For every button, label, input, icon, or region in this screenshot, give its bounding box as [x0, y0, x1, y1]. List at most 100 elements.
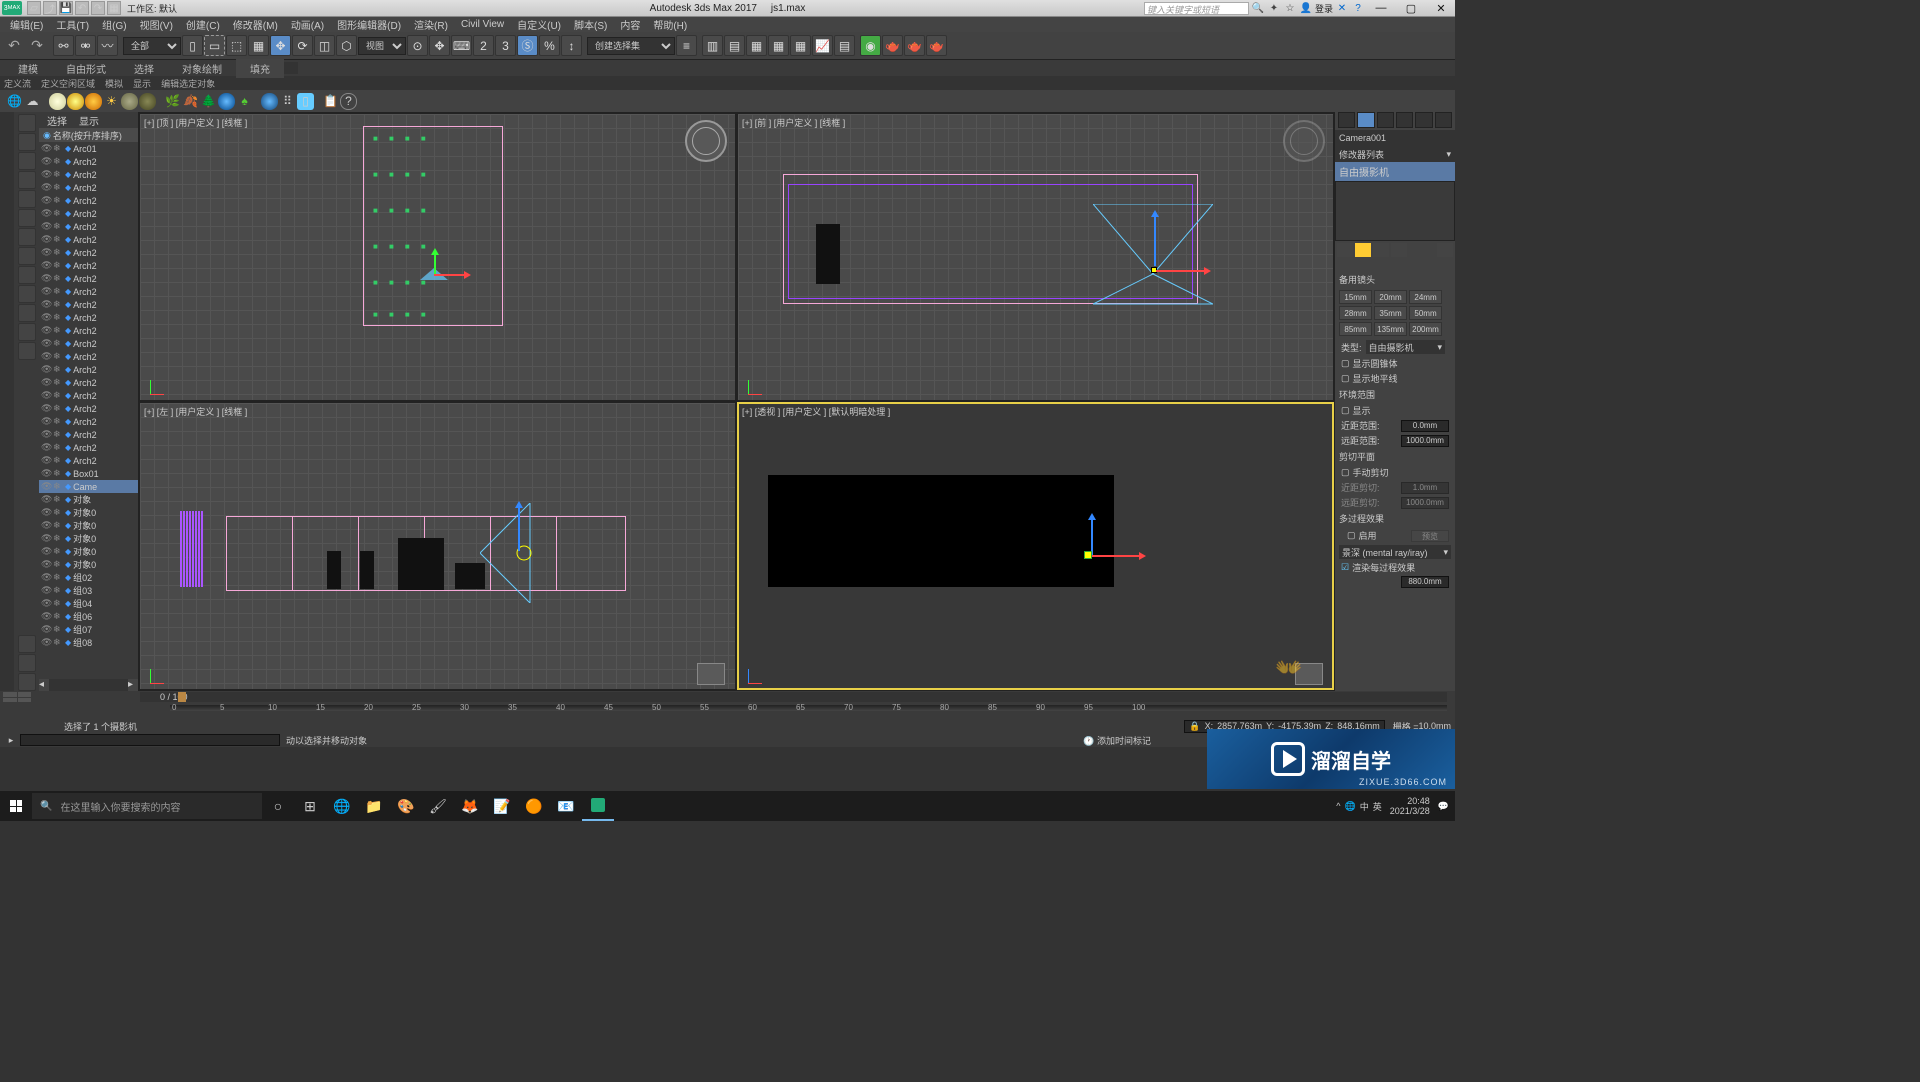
checkbox-cone[interactable]: ▢	[1341, 358, 1350, 369]
menu-help[interactable]: 帮助(H)	[647, 16, 693, 33]
scene-row[interactable]: 👁❄◆对象0	[39, 506, 138, 519]
select-crossing-icon[interactable]: ▦	[248, 35, 269, 56]
infocenter-icon[interactable]: ✕	[1335, 1, 1349, 15]
render-frame-icon[interactable]: 🫖	[904, 35, 925, 56]
minimize-button[interactable]: —	[1367, 0, 1395, 16]
scene-row[interactable]: 👁❄◆Arc01	[39, 142, 138, 155]
viewport-front-label[interactable]: [+] [前 ] [用户定义 ] [线框 ]	[742, 116, 845, 129]
far-range-input[interactable]: 1000.0mm	[1401, 435, 1449, 447]
viewport-perspective[interactable]: [+] [透视 ] [用户定义 ] [默认明暗处理 ] 👐	[738, 403, 1333, 689]
scene-row[interactable]: 👁❄◆Arch2	[39, 363, 138, 376]
move-icon[interactable]: ✥	[270, 35, 291, 56]
scene-explorer-header[interactable]: ◉ 名称(按升序排序)	[39, 128, 138, 142]
graphite-icon[interactable]: ▦	[790, 35, 811, 56]
target-distance-input[interactable]: 880.0mm	[1401, 576, 1449, 588]
qat-save-icon[interactable]: 💾	[59, 1, 73, 15]
a360-icon[interactable]: ✦	[1267, 1, 1281, 15]
lens-button-200mm[interactable]: 200mm	[1409, 322, 1442, 336]
foliage1-icon[interactable]: 🌿	[164, 93, 181, 110]
modifier-list-select[interactable]: 修改器列表	[1339, 148, 1384, 161]
task-app5-icon[interactable]: 📧	[550, 791, 582, 821]
se-pin-icon[interactable]	[18, 673, 36, 691]
scene-row[interactable]: 👁❄◆Arch2	[39, 337, 138, 350]
render-icon[interactable]: 🫖	[926, 35, 947, 56]
redo-icon[interactable]: ↷	[26, 35, 48, 57]
menu-render[interactable]: 渲染(R)	[408, 16, 454, 33]
foliage2-icon[interactable]: 🍂	[182, 93, 199, 110]
ribbon-tab-selection[interactable]: 选择	[120, 59, 168, 78]
snap3d-icon[interactable]: 3	[495, 35, 516, 56]
scene-row[interactable]: 👁❄◆Arch2	[39, 155, 138, 168]
help-small-icon[interactable]: ?	[340, 93, 357, 110]
unique-icon[interactable]	[1373, 243, 1389, 257]
sky-portal-icon[interactable]	[121, 93, 138, 110]
layers-icon[interactable]: ▦	[746, 35, 767, 56]
select-window-icon[interactable]: ⬚	[226, 35, 247, 56]
scene-row[interactable]: 👁❄◆Arch2	[39, 272, 138, 285]
bind-spacewarp-icon[interactable]: 〰	[97, 35, 118, 56]
mirror-icon[interactable]: ▥	[702, 35, 723, 56]
start-button[interactable]	[0, 791, 32, 821]
task-app2-icon[interactable]: 🖌	[422, 791, 454, 821]
qat-redo-icon[interactable]: ↷	[91, 1, 105, 15]
se-display-icon[interactable]	[18, 114, 36, 132]
viewcube-top[interactable]	[685, 120, 727, 162]
scene-row[interactable]: 👁❄◆Arch2	[39, 454, 138, 467]
cp-utilities-icon[interactable]	[1435, 112, 1452, 128]
menu-graph[interactable]: 图形编辑器(D)	[331, 16, 407, 33]
scene-row[interactable]: 👁❄◆组06	[39, 610, 138, 623]
viewport-persp-label[interactable]: [+] [透视 ] [用户定义 ] [默认明暗处理 ]	[742, 405, 890, 418]
se-filter12-icon[interactable]	[18, 342, 36, 360]
menu-customize[interactable]: 自定义(U)	[511, 16, 567, 33]
scene-row[interactable]: 👁❄◆Arch2	[39, 298, 138, 311]
scene-row[interactable]: 👁❄◆Came	[39, 480, 138, 493]
menu-create[interactable]: 创建(C)	[180, 16, 226, 33]
scene-row[interactable]: 👁❄◆对象	[39, 493, 138, 506]
scene-row[interactable]: 👁❄◆Arch2	[39, 259, 138, 272]
se-tab-select[interactable]: 选择	[47, 113, 67, 128]
scene-row[interactable]: 👁❄◆组07	[39, 623, 138, 636]
menu-group[interactable]: 组(G)	[96, 16, 132, 33]
show-end-icon[interactable]	[1355, 243, 1371, 257]
tray-notifications-icon[interactable]: 💬	[1438, 801, 1449, 812]
se-filter6-icon[interactable]	[18, 228, 36, 246]
scene-row[interactable]: 👁❄◆Arch2	[39, 402, 138, 415]
scene-row[interactable]: 👁❄◆对象0	[39, 545, 138, 558]
foliage3-icon[interactable]: 🌲	[200, 93, 217, 110]
modifier-stack-area[interactable]	[1335, 181, 1455, 241]
scene-row[interactable]: 👁❄◆组03	[39, 584, 138, 597]
time-tag-icon[interactable]: 🕐 添加时间标记	[1083, 734, 1151, 747]
se-filter11-icon[interactable]	[18, 323, 36, 341]
scene-row[interactable]: 👁❄◆Arch2	[39, 220, 138, 233]
maximize-button[interactable]: ▢	[1397, 0, 1425, 16]
viewport-left-label[interactable]: [+] [左 ] [用户定义 ] [线框 ]	[144, 405, 247, 418]
tray-network-icon[interactable]: 🌐	[1344, 801, 1355, 812]
grass-icon[interactable]: ♠	[236, 93, 253, 110]
scene-row[interactable]: 👁❄◆Arch2	[39, 415, 138, 428]
scene-row[interactable]: 👁❄◆Arch2	[39, 428, 138, 441]
tray-expand-icon[interactable]: ^	[1336, 801, 1340, 811]
particles-icon[interactable]: ⠿	[279, 93, 296, 110]
se-filter10-icon[interactable]	[18, 304, 36, 322]
lens-button-15mm[interactable]: 15mm	[1339, 290, 1372, 304]
mr-sun-icon[interactable]	[85, 93, 102, 110]
task-app1-icon[interactable]: 🎨	[390, 791, 422, 821]
login-link[interactable]: 登录	[1315, 2, 1333, 15]
scene-row[interactable]: 👁❄◆组02	[39, 571, 138, 584]
help-search-input[interactable]: 键入关键字或短语	[1144, 2, 1249, 15]
object-name-input[interactable]: Camera001	[1335, 130, 1455, 146]
select-rect-icon[interactable]: ▭	[204, 35, 225, 56]
keyboard-shortcut-icon[interactable]: ⌨	[451, 35, 472, 56]
checkbox-enable-mp[interactable]: ▢	[1347, 530, 1356, 541]
scene-row[interactable]: 👁❄◆Arch2	[39, 233, 138, 246]
autodesk-exchange-icon[interactable]: ☆	[1283, 1, 1297, 15]
pivot-icon[interactable]: ⊙	[407, 35, 428, 56]
search-go-icon[interactable]: 🔍	[1251, 1, 1265, 15]
help-icon[interactable]: ?	[1351, 1, 1365, 15]
viewport-top[interactable]: [+] [顶 ] [用户定义 ] [线框 ] ■ ■ ■ ■ ■ ■ ■ ■ ■…	[140, 114, 735, 400]
select-object-icon[interactable]: ▯	[182, 35, 203, 56]
scene-row[interactable]: 👁❄◆Arch2	[39, 376, 138, 389]
menu-tools[interactable]: 工具(T)	[50, 16, 95, 33]
windows-search-input[interactable]: 🔍 在这里输入你要搜索的内容	[32, 793, 262, 819]
selset-add-icon[interactable]: ≡	[676, 35, 697, 56]
